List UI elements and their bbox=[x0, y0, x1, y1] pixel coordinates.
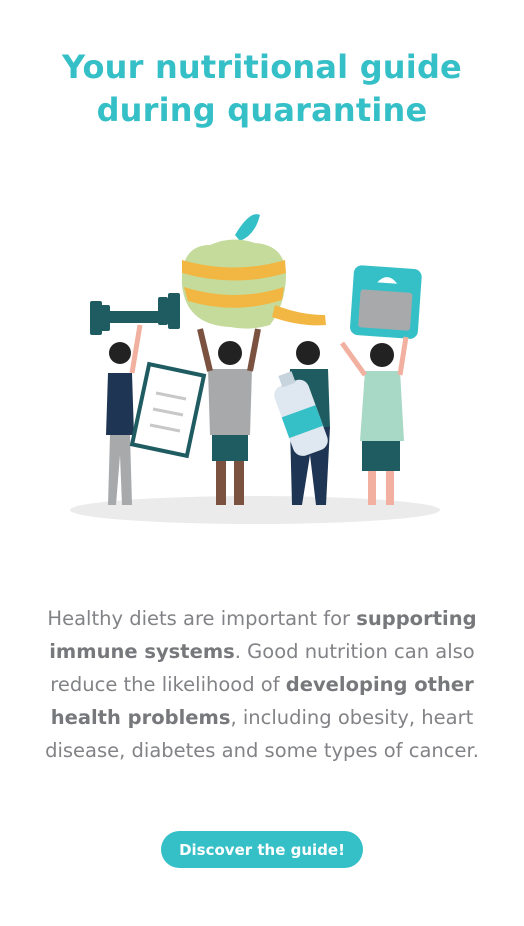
person-4 bbox=[339, 336, 409, 505]
description-text-1: Healthy diets are important for bbox=[47, 607, 357, 630]
clipboard-icon bbox=[129, 361, 207, 459]
page-title: Your nutritional guide during quarantine bbox=[0, 46, 524, 132]
dumbbell-icon bbox=[90, 293, 180, 335]
nutrition-illustration bbox=[70, 214, 440, 524]
title-line-2: during quarantine bbox=[96, 91, 428, 129]
scale-icon bbox=[350, 265, 422, 339]
person-1 bbox=[106, 324, 143, 505]
title-line-1: Your nutritional guide bbox=[62, 48, 462, 86]
person-2 bbox=[197, 328, 261, 505]
discover-guide-button[interactable]: Discover the guide! bbox=[161, 831, 363, 868]
nutrition-description: Healthy diets are important for supporti… bbox=[20, 602, 504, 767]
